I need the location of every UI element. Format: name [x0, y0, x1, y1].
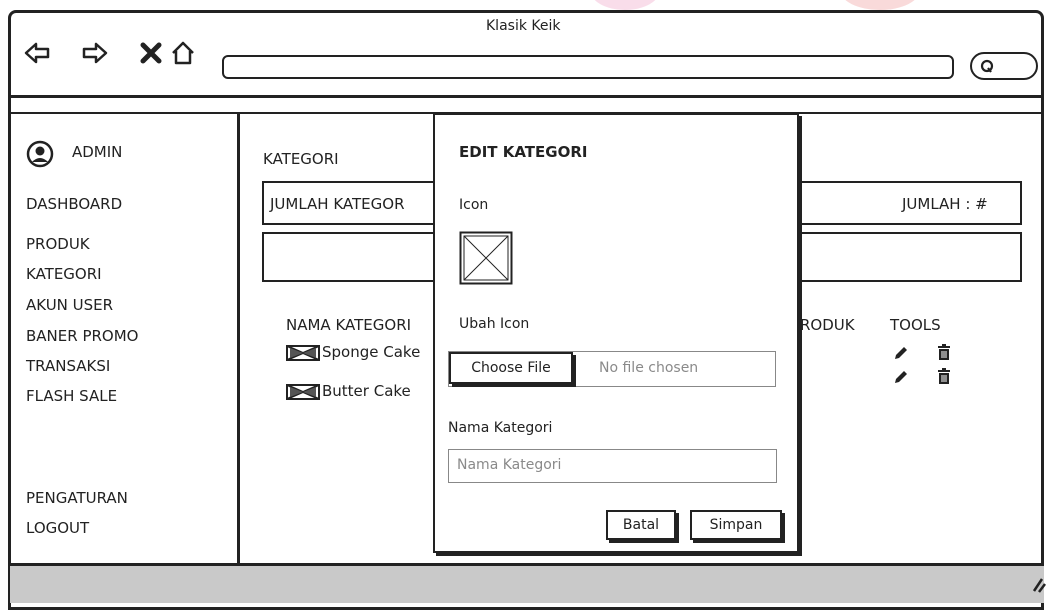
category-name: Sponge Cake [322, 343, 421, 361]
background-blob [590, 0, 660, 10]
sidebar-item-produk[interactable]: PRODUK [26, 235, 90, 253]
category-name: Butter Cake [322, 382, 411, 400]
forward-arrow-icon[interactable] [82, 40, 108, 66]
category-name-input[interactable]: Nama Kategori [448, 449, 777, 483]
page-title: KATEGORI [263, 150, 339, 168]
home-icon[interactable] [170, 40, 196, 66]
sidebar-item-transaksi[interactable]: TRANSAKSI [26, 357, 110, 375]
column-header-name: NAMA KATEGORI [286, 316, 412, 334]
resize-handle-icon[interactable] [1030, 575, 1046, 593]
summary-label: JUMLAH KATEGOR [270, 195, 405, 213]
edit-category-modal: EDIT KATEGORI Icon Ubah Icon Choose File… [433, 113, 799, 553]
sidebar-user-name: ADMIN [72, 143, 123, 161]
back-arrow-icon[interactable] [24, 40, 50, 66]
delete-trash-icon[interactable] [936, 367, 952, 385]
sidebar-item-flash-sale[interactable]: FLASH SALE [26, 387, 117, 405]
search-icon [980, 59, 994, 73]
change-icon-label: Ubah Icon [459, 316, 530, 332]
modal-title: EDIT KATEGORI [459, 143, 588, 161]
icon-label: Icon [459, 197, 489, 213]
column-header-produk: RODUK [800, 316, 855, 334]
search-box[interactable] [970, 52, 1038, 80]
category-name-label: Nama Kategori [448, 420, 553, 436]
sidebar-divider [237, 113, 240, 565]
address-bar[interactable] [222, 55, 954, 79]
summary-count: JUMLAH : # [902, 195, 988, 213]
edit-pencil-icon[interactable] [892, 344, 910, 362]
window-title: Klasik Keik [486, 18, 561, 34]
edit-pencil-icon[interactable] [892, 368, 910, 386]
sidebar-item-kategori[interactable]: KATEGORI [26, 265, 102, 283]
image-placeholder-icon [459, 231, 513, 285]
save-button[interactable]: Simpan [690, 510, 782, 540]
cancel-button[interactable]: Batal [606, 510, 676, 540]
delete-trash-icon[interactable] [936, 343, 952, 361]
choose-file-button[interactable]: Choose File [449, 352, 573, 384]
user-avatar-icon [26, 140, 54, 168]
category-image-icon [286, 384, 320, 400]
sidebar-item-logout[interactable]: LOGOUT [26, 519, 89, 537]
column-header-tools: TOOLS [890, 316, 941, 334]
sidebar-item-baner-promo[interactable]: BANER PROMO [26, 327, 138, 345]
close-icon[interactable] [138, 40, 164, 66]
sidebar-item-akun-user[interactable]: AKUN USER [26, 296, 113, 314]
toolbar-divider [10, 95, 1044, 98]
sidebar-item-pengaturan[interactable]: PENGATURAN [26, 489, 128, 507]
sidebar-item-dashboard[interactable]: DASHBOARD [26, 195, 122, 213]
file-status-text: No file chosen [599, 360, 699, 376]
status-bar [10, 563, 1044, 603]
background-blob [840, 0, 920, 10]
category-image-icon [286, 345, 320, 361]
